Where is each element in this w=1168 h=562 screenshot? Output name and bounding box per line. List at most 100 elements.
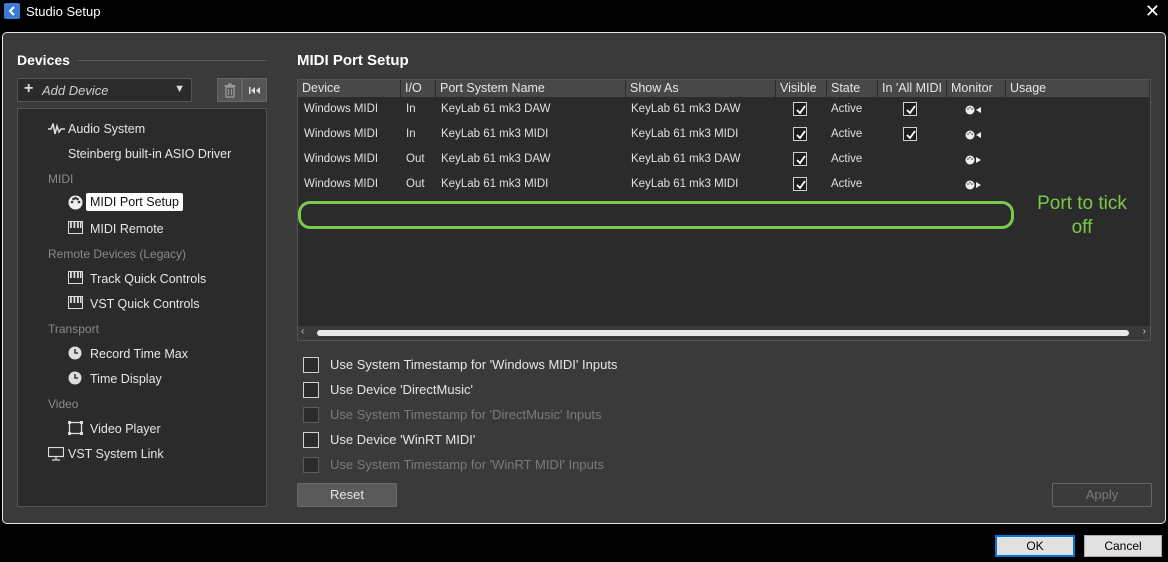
column-header-io[interactable]: I/O [401,80,436,97]
cell-device: Windows MIDI [304,103,379,115]
check-icon [906,130,916,140]
reset-button[interactable]: Reset [297,483,397,507]
cell-io: Out [406,178,425,190]
cell-io: Out [406,153,425,165]
tree-category-video: Video [48,397,79,411]
tree-item-midi-remote[interactable]: MIDI Remote [90,222,164,236]
monitor-icon [48,447,64,461]
add-device-label: Add Device [42,83,109,98]
column-header-usage[interactable]: Usage [1006,80,1150,97]
title-bar: Studio Setup ✕ [0,0,1168,24]
tree-item-track-quick-controls[interactable]: Track Quick Controls [90,272,206,286]
cell-device: Windows MIDI [304,178,379,190]
cell-state: Active [831,153,863,165]
checkbox [303,457,319,473]
cell-io: In [406,128,416,140]
film-icon [68,421,83,435]
table-row[interactable]: Windows MIDI Out KeyLab 61 mk3 DAW KeyLa… [298,147,1150,172]
cell-device: Windows MIDI [304,128,379,140]
checkbox[interactable] [303,382,319,398]
tree-item-time-display[interactable]: Time Display [90,372,162,386]
option-label: Use Device 'WinRT MIDI' [330,432,476,447]
tree-item-record-time-max[interactable]: Record Time Max [90,347,188,361]
clock-icon [68,346,82,360]
midi-in-monitor-icon[interactable] [965,105,983,115]
cell-show-as[interactable]: KeyLab 61 mk3 MIDI [631,172,776,197]
column-header-in-all-midi[interactable]: In 'All MIDI [878,80,947,97]
cell-device: Windows MIDI [304,153,379,165]
plus-icon: + [24,80,34,97]
tree-category-remote-devices: Remote Devices (Legacy) [48,247,187,261]
annotation-text: Port to tick off [1037,193,1127,238]
visible-checkbox[interactable] [793,102,807,116]
scroll-right-icon[interactable]: › [1143,326,1146,337]
cell-io: In [406,103,416,115]
devices-heading: Devices [17,52,70,68]
checkbox[interactable] [303,357,319,373]
cell-port-system-name: KeyLab 61 mk3 DAW [441,103,551,115]
in-all-midi-checkbox[interactable] [903,102,917,116]
option-label: Use Device 'DirectMusic' [330,382,473,397]
check-icon [796,130,806,140]
midi-in-monitor-icon[interactable] [965,130,983,140]
keyboard-icon [68,296,83,309]
horizontal-scrollbar[interactable]: ‹ › [298,326,1150,340]
window-title: Studio Setup [26,4,101,19]
waveform-icon [48,123,65,135]
tree-item-asio-driver[interactable]: Steinberg built-in ASIO Driver [68,147,231,161]
tree-item-vst-system-link[interactable]: VST System Link [68,447,164,461]
table-row[interactable]: Windows MIDI In KeyLab 61 mk3 MIDI KeyLa… [298,122,1150,147]
column-header-monitor[interactable]: Monitor [947,80,1006,97]
cell-state: Active [831,128,863,140]
column-header-device[interactable]: Device [298,80,401,97]
column-header-port-system-name[interactable]: Port System Name [436,80,626,97]
section-title: MIDI Port Setup [297,52,409,69]
tree-item-video-player[interactable]: Video Player [90,422,161,436]
devices-divider [77,60,267,61]
cell-show-as[interactable]: KeyLab 61 mk3 DAW [631,147,776,172]
check-icon [796,180,806,190]
visible-checkbox[interactable] [793,177,807,191]
cubase-logo-icon [4,3,20,19]
tree-item-midi-port-setup[interactable]: MIDI Port Setup [86,193,183,211]
clock-icon [68,371,82,385]
column-header-show-as[interactable]: Show As [626,80,776,97]
keyboard-icon [68,271,83,284]
cell-port-system-name: KeyLab 61 mk3 DAW [441,153,551,165]
apply-button[interactable]: Apply [1052,483,1152,507]
close-icon[interactable]: ✕ [1145,1,1160,22]
column-header-state[interactable]: State [827,80,878,97]
cell-port-system-name: KeyLab 61 mk3 MIDI [441,178,549,190]
keyboard-icon [68,221,83,234]
trash-icon [224,83,236,98]
option-label: Use System Timestamp for 'WinRT MIDI' In… [330,457,604,472]
visible-checkbox[interactable] [793,152,807,166]
tree-category-midi: MIDI [48,172,74,186]
ok-button[interactable]: OK [995,535,1075,557]
checkbox[interactable] [303,432,319,448]
chevron-down-icon: ▼ [174,83,185,95]
cancel-button[interactable]: Cancel [1084,535,1162,557]
reset-device-button[interactable] [242,78,267,102]
table-row[interactable]: Windows MIDI In KeyLab 61 mk3 DAW KeyLab… [298,97,1150,122]
table-header: Device I/O Port System Name Show As Visi… [298,80,1150,97]
in-all-midi-checkbox[interactable] [903,127,917,141]
scrollbar-thumb[interactable] [317,330,1129,336]
tree-category-transport: Transport [48,322,99,336]
annotation-highlight [298,201,1014,229]
cell-port-system-name: KeyLab 61 mk3 MIDI [441,128,549,140]
tree-item-audio-system[interactable]: Audio System [68,122,145,136]
tree-item-vst-quick-controls[interactable]: VST Quick Controls [90,297,200,311]
midi-out-monitor-icon[interactable] [965,155,983,165]
visible-checkbox[interactable] [793,127,807,141]
column-header-visible[interactable]: Visible [776,80,827,97]
remove-device-button[interactable] [217,78,242,102]
cell-show-as[interactable]: KeyLab 61 mk3 MIDI [631,122,776,147]
option-label: Use System Timestamp for 'DirectMusic' I… [330,407,602,422]
cell-show-as[interactable]: KeyLab 61 mk3 DAW [631,97,776,122]
device-tree: Audio System Steinberg built-in ASIO Dri… [17,108,267,507]
cell-state: Active [831,103,863,115]
add-device-dropdown[interactable]: + Add Device ▼ [17,78,192,102]
scroll-left-icon[interactable]: ‹ [301,326,304,337]
midi-out-monitor-icon[interactable] [965,180,983,190]
